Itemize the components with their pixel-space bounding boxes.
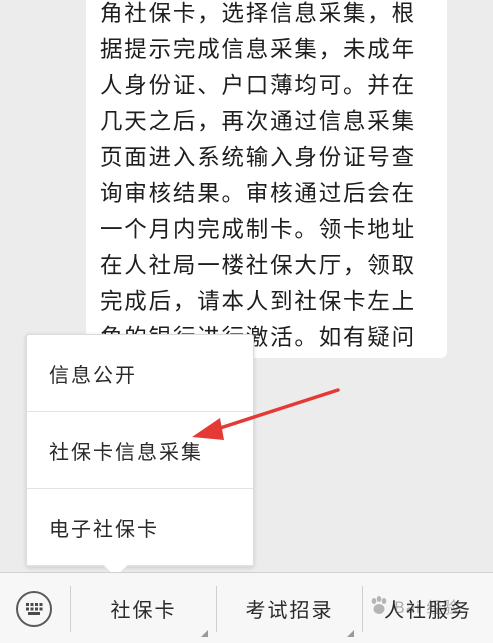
watermark: Bai 经验	[368, 588, 459, 624]
chat-message-text: 角社保卡，选择信息采集，根据提示完成信息采集，未成年人身份证、户口薄均可。并在几…	[100, 1, 416, 351]
paw-logo-icon	[371, 596, 387, 614]
keyboard-toggle-button[interactable]	[16, 591, 52, 627]
submenu-item-label: 信息公开	[49, 362, 137, 387]
watermark-text: Bai 经验	[394, 598, 460, 617]
menu-button-exam-recruitment[interactable]: 考试招录	[217, 573, 362, 643]
submenu-item-label: 社保卡信息采集	[49, 439, 203, 464]
menu-button-social-security-card[interactable]: 社保卡	[71, 573, 216, 643]
submenu-indicator-icon	[201, 630, 208, 637]
submenu-item-label: 电子社保卡	[49, 516, 159, 541]
chat-message-bubble: 角社保卡，选择信息采集，根据提示完成信息采集，未成年人身份证、户口薄均可。并在几…	[86, 0, 447, 358]
menu-button-label: 考试招录	[245, 597, 334, 622]
submenu-item-info-disclosure[interactable]: 信息公开	[27, 335, 253, 412]
submenu-indicator-icon	[347, 630, 354, 637]
menu-button-label: 社保卡	[110, 597, 177, 622]
submenu-item-electronic-card[interactable]: 电子社保卡	[27, 489, 253, 566]
keyboard-icon	[26, 603, 43, 615]
submenu-item-card-info-collection[interactable]: 社保卡信息采集	[27, 412, 253, 489]
submenu-popup: 信息公开 社保卡信息采集 电子社保卡	[26, 334, 254, 579]
